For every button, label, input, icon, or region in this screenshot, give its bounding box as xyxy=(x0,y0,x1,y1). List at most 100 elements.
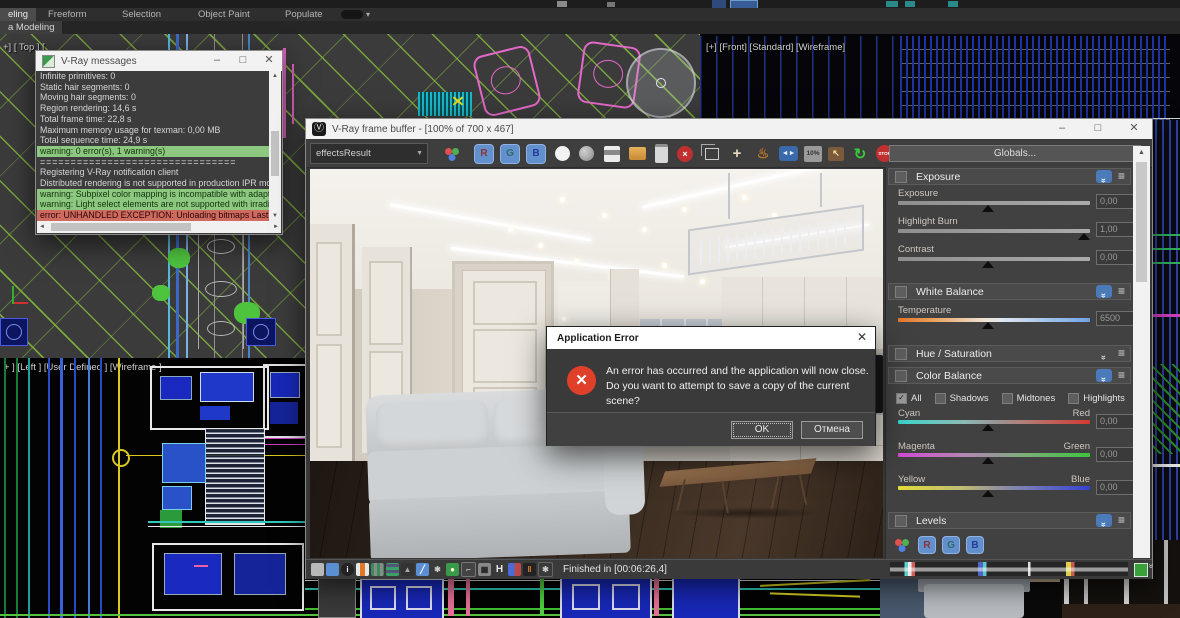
track-mouse-icon[interactable]: + xyxy=(727,144,747,164)
highlight-burn-value[interactable]: 1,00 xyxy=(1096,222,1134,237)
red-channel-icon[interactable]: R xyxy=(474,143,494,164)
duplicate-buffer-icon[interactable] xyxy=(705,147,719,160)
ribbon-tab-modeling[interactable]: eling xyxy=(0,8,37,21)
ok-button[interactable]: OK xyxy=(731,421,793,439)
layers-icon[interactable] xyxy=(356,563,369,576)
expand-statusbar-icon[interactable]: » xyxy=(1147,563,1157,568)
collapse-icon[interactable]: » xyxy=(1095,514,1112,527)
scroll-up-icon[interactable]: ▲ xyxy=(269,71,281,81)
monochrome-icon[interactable] xyxy=(579,146,594,161)
alpha-channel-icon[interactable] xyxy=(555,146,570,161)
vray-messages-titlebar[interactable]: V-Ray messages – □ ✕ xyxy=(36,51,282,71)
white-balance-section-header[interactable]: White Balance » ≡ xyxy=(888,283,1131,300)
exposure-checkbox[interactable] xyxy=(895,170,907,183)
copy-clipboard-icon[interactable] xyxy=(655,144,668,163)
expand-icon[interactable]: » xyxy=(1096,347,1112,360)
vertical-scrollbar[interactable]: ▲ ▼ xyxy=(269,71,281,221)
exposure-section-header[interactable]: Exposure » ≡ xyxy=(888,168,1131,185)
temperature-value[interactable]: 6500 xyxy=(1096,311,1134,326)
color-balance-checkbox[interactable] xyxy=(895,369,907,382)
ribbon-tab-object-paint[interactable]: Object Paint xyxy=(190,8,258,21)
blue-channel-icon[interactable]: B xyxy=(526,143,546,164)
levels-section-header[interactable]: Levels » ≡ xyxy=(888,512,1131,529)
viewport-front-label[interactable]: [+] [Front] [Standard] [Wireframe] xyxy=(706,42,845,53)
render-last-icon[interactable]: ♨ xyxy=(753,144,773,164)
close-icon[interactable]: ✕ xyxy=(849,327,875,349)
mode-shadows[interactable]: Shadows xyxy=(934,391,989,405)
compass-gizmo[interactable] xyxy=(246,318,276,346)
compare-ab-icon[interactable]: ◄► xyxy=(779,146,798,161)
collapse-icon[interactable]: » xyxy=(1095,369,1112,382)
minimize-icon[interactable]: – xyxy=(204,51,230,71)
collapse-icon[interactable]: » xyxy=(1095,285,1112,298)
color-balance-section-header[interactable]: Color Balance » ≡ xyxy=(888,367,1131,384)
collapse-icon[interactable]: » xyxy=(1095,170,1112,183)
slider-handle[interactable] xyxy=(982,490,995,497)
magenta-green-value[interactable]: 0,00 xyxy=(1096,447,1134,462)
region-render-icon[interactable]: ↖ xyxy=(828,146,844,161)
navigation-gizmo[interactable] xyxy=(626,48,696,118)
ribbon-overflow-pill[interactable] xyxy=(341,10,363,19)
slider-handle[interactable] xyxy=(1078,233,1091,240)
levels-histogram[interactable] xyxy=(890,562,1128,576)
horizontal-scrollbar[interactable]: ◄ ► xyxy=(37,221,281,233)
histogram-icon[interactable]: ▲ xyxy=(401,563,414,576)
lut-icon[interactable]: ▦ xyxy=(478,563,491,576)
menu-icon[interactable]: ≡ xyxy=(1118,369,1125,382)
levels-checkbox[interactable] xyxy=(895,514,907,527)
ribbon-subtab-modeling[interactable]: a Modeling xyxy=(0,21,63,34)
green-channel-icon[interactable]: G xyxy=(500,143,520,164)
red-channel-icon[interactable]: R xyxy=(918,536,936,554)
save-icon[interactable] xyxy=(311,563,324,576)
slider-handle[interactable] xyxy=(982,457,995,464)
highlight-burn-slider[interactable] xyxy=(898,229,1091,240)
rgb-channels-icon[interactable] xyxy=(442,144,462,164)
blue-channel-icon[interactable]: B xyxy=(966,536,984,554)
cyan-red-slider[interactable] xyxy=(898,420,1090,431)
slider-handle[interactable] xyxy=(982,205,995,212)
channel-dropdown[interactable]: effectsResult ▼ xyxy=(310,143,428,164)
effects-icon[interactable]: ✱ xyxy=(431,563,444,576)
load-image-icon[interactable] xyxy=(629,147,646,160)
info-icon[interactable]: i xyxy=(341,563,354,576)
curve-icon[interactable]: ⌐ xyxy=(461,562,476,577)
menu-icon[interactable]: ≡ xyxy=(1118,285,1125,298)
composite-icon[interactable] xyxy=(371,563,384,576)
menu-icon[interactable]: ≡ xyxy=(1118,347,1125,360)
cyan-red-value[interactable]: 0,00 xyxy=(1096,414,1134,429)
h-letter-icon[interactable]: H xyxy=(493,563,506,576)
maximize-icon[interactable]: □ xyxy=(1080,119,1116,139)
yellow-blue-slider[interactable] xyxy=(898,486,1090,497)
hue-saturation-checkbox[interactable] xyxy=(895,347,907,360)
zoom-level-icon[interactable]: 10% xyxy=(804,145,822,162)
save-image-icon[interactable] xyxy=(604,145,620,162)
yellow-blue-value[interactable]: 0,00 xyxy=(1096,480,1134,495)
scroll-down-icon[interactable]: ▼ xyxy=(269,211,281,221)
vray-messages-log[interactable]: Infinite primitives: 0 Static hair segme… xyxy=(37,71,269,221)
scroll-up-icon[interactable]: ▲ xyxy=(1133,146,1150,160)
minimize-icon[interactable]: – xyxy=(1044,119,1080,139)
slider-handle[interactable] xyxy=(982,322,995,329)
slider-handle[interactable] xyxy=(982,261,995,268)
menu-icon[interactable]: ≡ xyxy=(1118,170,1125,183)
contrast-value[interactable]: 0,00 xyxy=(1096,250,1134,265)
close-icon[interactable]: ✕ xyxy=(256,51,282,71)
ribbon-tab-populate[interactable]: Populate xyxy=(277,8,331,21)
compass-gizmo[interactable] xyxy=(0,318,28,346)
cancel-button[interactable]: Отмена xyxy=(801,421,863,439)
image-icon[interactable]: ● xyxy=(446,563,459,576)
clear-image-icon[interactable]: × xyxy=(677,145,693,162)
close-icon[interactable]: ✕ xyxy=(1116,119,1152,139)
contrast-slider[interactable] xyxy=(898,257,1090,268)
mode-highlights[interactable]: Highlights xyxy=(1068,391,1125,405)
save-channels-icon[interactable] xyxy=(326,563,339,576)
pencil-icon[interactable]: ╱ xyxy=(416,563,429,576)
white-balance-checkbox[interactable] xyxy=(895,285,907,298)
exposure-slider[interactable] xyxy=(898,201,1090,212)
grid-icon[interactable] xyxy=(386,563,399,576)
chevron-down-icon[interactable]: ▾ xyxy=(366,8,370,21)
rgb-channels-icon[interactable] xyxy=(892,535,912,555)
scrollbar-thumb[interactable] xyxy=(51,223,191,231)
slider-handle[interactable] xyxy=(982,424,995,431)
error-dialog-titlebar[interactable]: Application Error ✕ xyxy=(547,327,875,349)
